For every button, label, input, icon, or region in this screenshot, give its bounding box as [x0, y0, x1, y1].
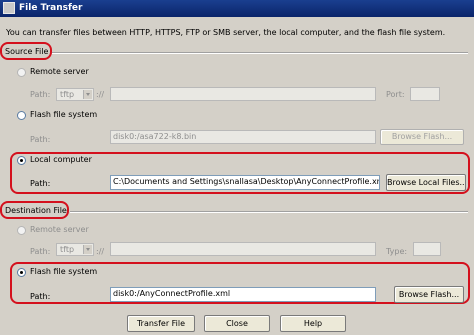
source-flash-radio[interactable] — [17, 111, 26, 120]
destination-flash-label: Flash file system — [30, 267, 98, 276]
destination-browse-flash-button[interactable]: Browse Flash... — [394, 286, 464, 303]
title-bar: File Transfer — [0, 0, 474, 17]
destination-type-label: Type: — [386, 247, 408, 256]
source-remote-label: Remote server — [30, 67, 89, 76]
destination-protocol-value: tftp — [60, 245, 75, 254]
destination-protocol-separator: :// — [96, 247, 105, 256]
destination-remote-path-input[interactable] — [110, 242, 376, 256]
source-flash-path-input[interactable]: disk0:/asa722-k8.bin — [110, 130, 376, 144]
source-local-label: Local computer — [30, 155, 92, 164]
window-title: File Transfer — [19, 3, 83, 13]
source-port-input[interactable] — [410, 87, 440, 101]
source-local-path-label: Path: — [30, 179, 51, 188]
source-separator — [52, 52, 468, 54]
destination-label-highlight — [0, 201, 69, 219]
source-port-label: Port: — [386, 90, 405, 99]
transfer-file-button[interactable]: Transfer File — [127, 315, 195, 332]
destination-protocol-select[interactable]: tftp — [56, 243, 94, 256]
destination-remote-label: Remote server — [30, 225, 89, 234]
destination-flash-radio[interactable] — [17, 268, 26, 277]
source-local-path-input[interactable]: C:\Documents and Settings\snallasa\Deskt… — [110, 175, 380, 190]
source-remote-radio[interactable] — [17, 68, 26, 77]
destination-flash-path-input[interactable]: disk0:/AnyConnectProfile.xml — [110, 287, 376, 302]
source-protocol-separator: :// — [96, 90, 105, 99]
source-protocol-select[interactable]: tftp — [56, 88, 94, 101]
source-flash-path-label: Path: — [30, 135, 51, 144]
destination-remote-path-label: Path: — [30, 247, 51, 256]
help-button[interactable]: Help — [280, 315, 346, 332]
source-browse-flash-button[interactable]: Browse Flash... — [380, 129, 464, 145]
destination-separator — [70, 211, 468, 213]
destination-type-input[interactable] — [413, 242, 441, 256]
source-flash-label: Flash file system — [30, 110, 98, 119]
close-button[interactable]: Close — [204, 315, 270, 332]
intro-text: You can transfer files between HTTP, HTT… — [6, 28, 446, 37]
destination-flash-path-label: Path: — [30, 292, 51, 301]
source-protocol-value: tftp — [60, 90, 75, 99]
source-label-highlight — [0, 42, 52, 60]
chevron-down-icon — [83, 245, 92, 254]
source-remote-path-label: Path: — [30, 90, 51, 99]
window-icon — [3, 2, 15, 14]
destination-remote-radio[interactable] — [17, 226, 26, 235]
source-local-radio[interactable] — [17, 156, 26, 165]
source-remote-path-input[interactable] — [110, 87, 376, 101]
chevron-down-icon — [83, 90, 92, 99]
browse-local-files-button[interactable]: Browse Local Files... — [386, 174, 466, 191]
